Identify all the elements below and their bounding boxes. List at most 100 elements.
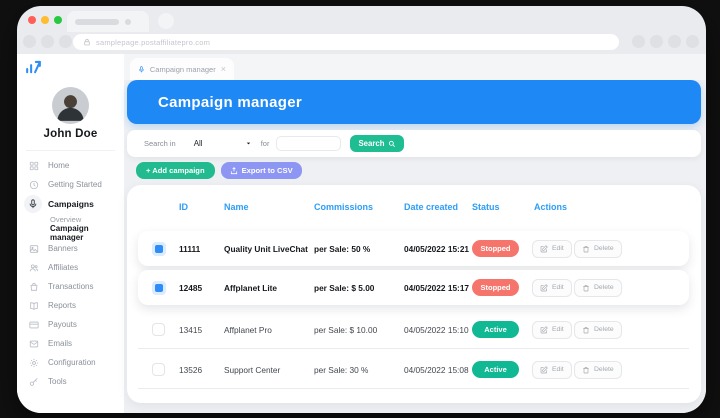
edit-button[interactable]: Edit bbox=[532, 279, 572, 297]
search-term-input[interactable] bbox=[276, 136, 341, 151]
back-button[interactable] bbox=[23, 35, 36, 48]
reload-button[interactable] bbox=[59, 35, 72, 48]
edit-icon bbox=[540, 284, 548, 292]
row-checkbox[interactable] bbox=[152, 323, 165, 336]
app-logo-icon[interactable] bbox=[24, 58, 43, 77]
sidebar-item-payouts[interactable]: Payouts bbox=[17, 315, 124, 334]
edit-button-label: Edit bbox=[552, 366, 564, 373]
table-row: 12485 Affplanet Lite per Sale: $ 5.00 04… bbox=[138, 270, 689, 305]
new-tab-button[interactable] bbox=[158, 13, 174, 29]
address-bar[interactable]: samplepage.postaffiliatepro.com bbox=[73, 34, 619, 50]
status-badge: Stopped bbox=[472, 240, 519, 257]
sidebar-item-banners[interactable]: Banners bbox=[17, 239, 124, 258]
browser-menu-button-3[interactable] bbox=[668, 35, 681, 48]
minimize-window-button[interactable] bbox=[41, 16, 49, 24]
sidebar-item-affiliates[interactable]: Affiliates bbox=[17, 258, 124, 277]
gear-icon bbox=[29, 358, 39, 368]
delete-button-label: Delete bbox=[594, 366, 614, 373]
clock-icon bbox=[29, 180, 39, 190]
lock-icon bbox=[83, 38, 91, 46]
campaign-id: 13526 bbox=[179, 365, 202, 375]
card-icon bbox=[29, 320, 39, 330]
delete-button[interactable]: Delete bbox=[574, 321, 622, 339]
trash-icon bbox=[582, 326, 590, 334]
campaign-id: 11111 bbox=[179, 244, 200, 254]
maximize-window-button[interactable] bbox=[54, 16, 62, 24]
browser-menu-button-4[interactable] bbox=[686, 35, 699, 48]
column-header-date-created: Date created bbox=[404, 202, 458, 212]
browser-menu-button-2[interactable] bbox=[650, 35, 663, 48]
status-badge: Active bbox=[472, 321, 519, 338]
edit-icon bbox=[540, 366, 548, 374]
browser-menu-button-1[interactable] bbox=[632, 35, 645, 48]
search-icon bbox=[388, 140, 396, 148]
tab-campaign-manager[interactable]: Campaign manager × bbox=[130, 58, 234, 80]
edit-button[interactable]: Edit bbox=[532, 361, 572, 379]
search-button[interactable]: Search bbox=[350, 135, 404, 152]
sidebar-item-configuration[interactable]: Configuration bbox=[17, 353, 124, 372]
browser-tab[interactable] bbox=[67, 11, 149, 32]
sidebar-item-label: Emails bbox=[48, 339, 72, 348]
sidebar-item-tools[interactable]: Tools bbox=[17, 372, 124, 391]
sidebar-item-transactions[interactable]: Transactions bbox=[17, 277, 124, 296]
close-tab-icon[interactable]: × bbox=[221, 65, 226, 74]
stage: samplepage.postaffiliatepro.com bbox=[0, 0, 720, 418]
main-column: Campaign manager × Campaign manager Sear… bbox=[124, 54, 706, 413]
row-checkbox-cell bbox=[152, 312, 165, 347]
export-csv-button[interactable]: Export to CSV bbox=[221, 162, 302, 179]
column-header-id: ID bbox=[179, 202, 188, 212]
sidebar-item-home[interactable]: Home bbox=[17, 156, 124, 175]
sidebar-item-getting-started[interactable]: Getting Started bbox=[17, 175, 124, 194]
row-checkbox-cell bbox=[152, 270, 166, 305]
app: John Doe Home Getting Started bbox=[17, 54, 706, 413]
row-checkbox[interactable] bbox=[152, 281, 166, 295]
tab-label: Campaign manager bbox=[150, 65, 216, 74]
campaign-commission: per Sale: $ 10.00 bbox=[314, 325, 377, 335]
trash-icon bbox=[582, 284, 590, 292]
status-badge: Active bbox=[472, 361, 519, 378]
campaign-name: Affplanet Pro bbox=[224, 325, 272, 335]
sidebar-item-campaigns[interactable]: Campaigns bbox=[17, 194, 124, 213]
book-icon bbox=[29, 301, 39, 311]
sidebar-item-label: Transactions bbox=[48, 282, 94, 291]
sidebar-item-label: Home bbox=[48, 161, 69, 170]
sidebar-item-emails[interactable]: Emails bbox=[17, 334, 124, 353]
campaign-commission: per Sale: 30 % bbox=[314, 365, 368, 375]
forward-button[interactable] bbox=[41, 35, 54, 48]
status-badge: Stopped bbox=[472, 279, 519, 296]
export-icon bbox=[230, 167, 238, 175]
campaign-commission: per Sale: 50 % bbox=[314, 244, 370, 254]
sidebar-subitem-campaign-manager[interactable]: Campaign manager bbox=[17, 226, 124, 239]
search-panel: Search in All for Search bbox=[127, 130, 701, 157]
campaign-commission: per Sale: $ 5.00 bbox=[314, 283, 374, 293]
edit-button-label: Edit bbox=[552, 245, 564, 252]
browser-nav-buttons bbox=[23, 35, 72, 48]
row-checkbox[interactable] bbox=[152, 363, 165, 376]
edit-button[interactable]: Edit bbox=[532, 240, 572, 258]
toolbar: + Add campaign Export to CSV bbox=[127, 162, 701, 179]
tab-title-placeholder bbox=[75, 19, 119, 25]
sidebar-item-label: Payouts bbox=[48, 320, 77, 329]
sidebar-item-reports[interactable]: Reports bbox=[17, 296, 124, 315]
sidebar-item-label: Configuration bbox=[48, 358, 96, 367]
sidebar-item-label: Banners bbox=[48, 244, 78, 253]
campaign-id: 12485 bbox=[179, 283, 202, 293]
avatar[interactable] bbox=[52, 87, 89, 124]
page-header: Campaign manager bbox=[127, 80, 701, 124]
close-window-button[interactable] bbox=[28, 16, 36, 24]
delete-button[interactable]: Delete bbox=[574, 361, 622, 379]
search-field-select[interactable]: All bbox=[194, 139, 252, 148]
campaign-date-created: 04/05/2022 15:17 bbox=[404, 283, 469, 293]
search-button-label: Search bbox=[358, 139, 384, 148]
delete-button[interactable]: Delete bbox=[574, 279, 622, 297]
edit-button-label: Edit bbox=[552, 284, 564, 291]
row-divider bbox=[138, 388, 689, 389]
add-campaign-button[interactable]: + Add campaign bbox=[136, 162, 215, 179]
delete-button-label: Delete bbox=[594, 245, 614, 252]
delete-button[interactable]: Delete bbox=[574, 240, 622, 258]
edit-icon bbox=[540, 245, 548, 253]
edit-button[interactable]: Edit bbox=[532, 321, 572, 339]
row-checkbox[interactable] bbox=[152, 242, 166, 256]
search-for-label: for bbox=[261, 139, 270, 148]
sidebar-subitem-label: Campaign manager bbox=[50, 224, 124, 242]
